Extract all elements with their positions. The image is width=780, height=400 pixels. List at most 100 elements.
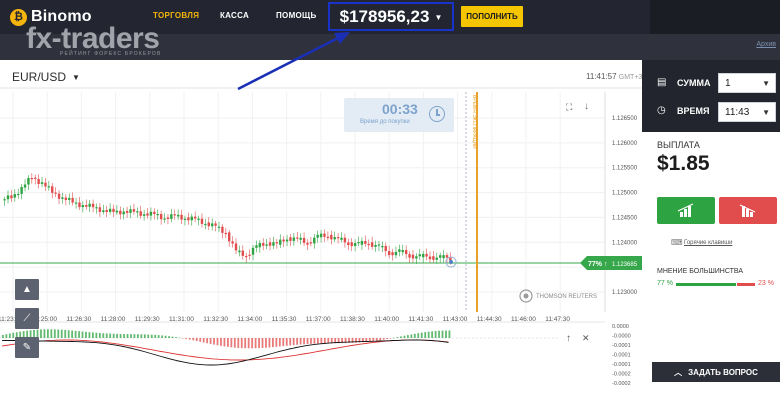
- ask-question-button[interactable]: ︿ ЗАДАТЬ ВОПРОС: [652, 362, 780, 382]
- asset-selector[interactable]: EUR/USD ▼: [12, 70, 80, 84]
- price-tag-value: 1.123685: [612, 262, 638, 268]
- candle: [245, 255, 248, 258]
- fullscreen-icon[interactable]: ⛶: [566, 102, 572, 113]
- candle: [129, 209, 132, 213]
- macd-bar: [434, 330, 437, 338]
- macd-bar: [424, 332, 427, 338]
- candle: [428, 256, 432, 260]
- macd-bar: [393, 337, 395, 339]
- payout-value: $1.85: [657, 152, 710, 175]
- macd-tick-1: -0.0000: [612, 334, 631, 340]
- candle: [71, 197, 74, 203]
- candle: [285, 239, 289, 242]
- macd-bar: [292, 338, 295, 346]
- macd-bar: [161, 335, 164, 338]
- candle: [394, 251, 398, 256]
- candle: [374, 244, 377, 247]
- put-button[interactable]: [719, 197, 777, 224]
- candle: [255, 245, 258, 248]
- indicators-icon: ⟋: [23, 313, 31, 324]
- candle: [187, 217, 190, 221]
- server-clock: 11:41:57 GMT+3: [586, 72, 642, 81]
- clock-time: 11:41:57: [586, 72, 617, 81]
- macd-bar: [192, 338, 195, 341]
- macd-tick-0: 0.0000: [612, 324, 629, 330]
- candle: [387, 251, 391, 256]
- macd-bar: [216, 338, 219, 346]
- price-tick-4: 1.124500: [612, 215, 638, 221]
- candle: [262, 243, 265, 246]
- candle: [282, 239, 285, 242]
- macd-indicator: [0, 329, 560, 366]
- provider-label: THOMSON REUTERS: [536, 294, 597, 300]
- candle: [432, 256, 435, 260]
- candle: [159, 214, 163, 220]
- candle: [170, 214, 173, 219]
- candle: [234, 243, 238, 251]
- payout-label: ВЫПЛАТА: [657, 140, 700, 150]
- candle: [296, 237, 299, 239]
- chevron-down-icon: ▼: [762, 79, 770, 88]
- macd-bar: [320, 338, 323, 344]
- expiry-label: ВРЕМЯ ЭКСПИРАЦИИ: [471, 95, 477, 149]
- macd-bar: [240, 338, 243, 349]
- candle: [64, 197, 68, 200]
- macd-bar: [445, 330, 447, 338]
- indicators-button[interactable]: ⟋: [15, 308, 39, 329]
- candle: [418, 254, 421, 257]
- indicator-close-icon: ✕: [582, 333, 590, 343]
- candle: [200, 218, 204, 224]
- candle: [163, 218, 166, 220]
- candle: [224, 232, 227, 235]
- candle: [102, 210, 105, 213]
- macd-bar: [275, 338, 278, 347]
- sum-select[interactable]: 1 ▼: [718, 73, 776, 93]
- macd-bar: [60, 329, 63, 338]
- candle: [214, 223, 217, 226]
- candle: [30, 177, 34, 180]
- candle: [384, 245, 387, 252]
- macd-bar: [233, 338, 236, 348]
- macd-bar: [410, 334, 413, 338]
- macd-bar: [130, 334, 132, 338]
- macd-tick-5: -0.0002: [612, 372, 631, 378]
- candle: [23, 184, 27, 188]
- candle: [180, 214, 183, 220]
- macd-bar: [223, 338, 226, 347]
- candle: [265, 244, 268, 246]
- macd-bar: [400, 336, 402, 338]
- candle: [17, 193, 20, 196]
- chart-up-icon: [677, 203, 694, 217]
- chart-type-button[interactable]: ▲: [15, 279, 39, 300]
- candle: [248, 254, 251, 256]
- hotkeys-link[interactable]: Горячие клавиши: [684, 240, 732, 246]
- macd-bar: [40, 329, 42, 338]
- candle: [47, 186, 51, 188]
- price-tick-3: 1.125000: [612, 191, 638, 197]
- macd-bar: [441, 330, 444, 338]
- macd-bar: [220, 338, 222, 346]
- arrow-down-icon[interactable]: ↓: [584, 101, 589, 112]
- macd-bar: [213, 338, 215, 345]
- candle: [289, 237, 292, 241]
- macd-bar: [303, 338, 305, 345]
- macd-bar: [247, 338, 250, 349]
- candle: [401, 250, 404, 253]
- macd-bar: [261, 338, 264, 348]
- macd-bar: [154, 334, 157, 338]
- opinion-down-value: 23 %: [758, 280, 774, 287]
- time-select[interactable]: 11:43 ▼: [718, 102, 776, 122]
- macd-bar: [57, 329, 60, 338]
- call-button[interactable]: [657, 197, 715, 224]
- candle: [68, 197, 71, 200]
- macd-bar: [171, 336, 174, 338]
- draw-button[interactable]: ✎: [15, 337, 39, 358]
- macd-bar: [178, 337, 181, 339]
- majority-opinion-label: МНЕНИЕ БОЛЬШИНСТВА: [657, 268, 744, 275]
- candle: [88, 203, 91, 207]
- time-value: 11:43: [725, 106, 750, 118]
- candle: [333, 237, 336, 240]
- candle: [173, 214, 176, 216]
- candle: [360, 240, 364, 245]
- asset-pair: EUR/USD: [12, 70, 67, 84]
